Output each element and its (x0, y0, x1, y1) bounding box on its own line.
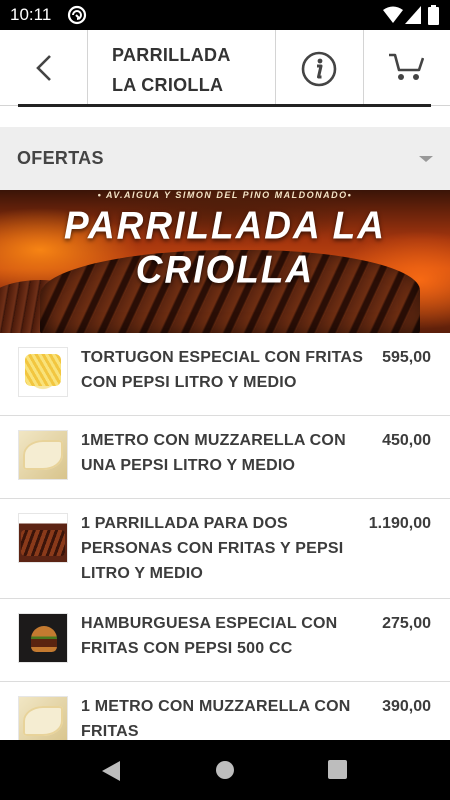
recents-nav-icon[interactable] (328, 760, 347, 779)
product-thumbnail (18, 696, 68, 740)
battery-icon (428, 5, 439, 25)
product-price: 1.190,00 (368, 515, 431, 532)
product-name: TORTUGON ESPECIAL CON FRITAS CON PEPSI L… (81, 349, 364, 391)
product-thumbnail (18, 430, 68, 480)
caret-down-icon (419, 156, 433, 162)
category-label: OFERTAS (17, 148, 104, 168)
banner-brand: PARRILLADA LA CRIOLLA (64, 203, 386, 292)
app-header: PARRILLADA LA CRIOLLA (0, 30, 450, 106)
status-bar: 10:11 (0, 0, 450, 30)
system-nav-bar (0, 740, 450, 800)
info-icon (301, 51, 337, 87)
category-dropdown[interactable]: OFERTAS (0, 127, 450, 190)
home-nav-icon[interactable] (215, 760, 235, 780)
cart-icon (389, 53, 424, 80)
back-nav-icon[interactable] (101, 760, 121, 782)
title-line-2: LA CRIOLLA (112, 75, 224, 95)
wifi-icon (383, 6, 403, 23)
status-time: 10:11 (10, 5, 52, 24)
product-price: 450,00 (382, 432, 431, 449)
back-button[interactable] (0, 30, 88, 105)
signal-icon (405, 6, 421, 24)
product-price: 595,00 (382, 349, 431, 366)
product-thumbnail (18, 513, 68, 563)
banner-address: • AV.AIGUA Y SIMON DEL PINO MALDONADO• (97, 190, 353, 200)
product-item[interactable]: HAMBURGUESA ESPECIAL CON FRITAS CON PEPS… (0, 599, 450, 682)
header-underline (18, 104, 431, 107)
restaurant-title: PARRILLADA LA CRIOLLA (88, 30, 276, 105)
info-button[interactable] (276, 30, 364, 105)
product-name: 1METRO CON MUZZARELLA CON UNA PEPSI LITR… (81, 432, 346, 474)
product-list[interactable]: TORTUGON ESPECIAL CON FRITAS CON PEPSI L… (0, 333, 450, 740)
product-price: 390,00 (382, 698, 431, 715)
product-thumbnail (18, 347, 68, 397)
product-thumbnail (18, 613, 68, 663)
chevron-left-icon (36, 55, 51, 81)
product-item[interactable]: 1 METRO CON MUZZARELLA CON FRITAS 390,00 (0, 682, 450, 740)
product-name: 1 PARRILLADA PARA DOS PERSONAS CON FRITA… (81, 515, 344, 582)
product-item[interactable]: TORTUGON ESPECIAL CON FRITAS CON PEPSI L… (0, 333, 450, 416)
product-item[interactable]: 1 PARRILLADA PARA DOS PERSONAS CON FRITA… (0, 499, 450, 599)
product-name: HAMBURGUESA ESPECIAL CON FRITAS CON PEPS… (81, 615, 338, 657)
cart-button[interactable] (364, 30, 450, 105)
product-name: 1 METRO CON MUZZARELLA CON FRITAS (81, 698, 351, 740)
product-price: 275,00 (382, 615, 431, 632)
title-line-1: PARRILLADA (112, 45, 231, 65)
sync-icon (67, 5, 87, 25)
product-item[interactable]: 1METRO CON MUZZARELLA CON UNA PEPSI LITR… (0, 416, 450, 499)
restaurant-banner: • AV.AIGUA Y SIMON DEL PINO MALDONADO• P… (0, 190, 450, 333)
